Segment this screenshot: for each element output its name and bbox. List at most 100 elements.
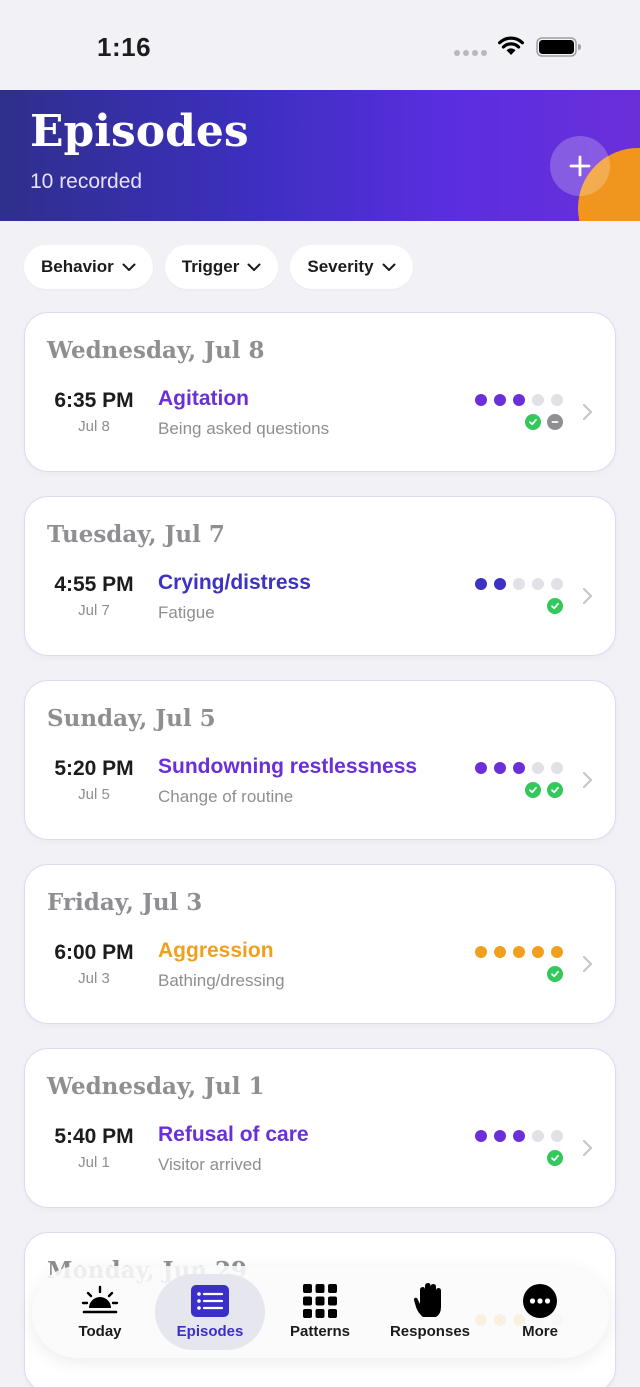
- episode-date-header: Sunday, Jul 5: [47, 705, 216, 732]
- page-header: Episodes 10 recorded: [0, 90, 640, 221]
- episode-time: 4:55 PM: [54, 573, 134, 596]
- episode-behavior: Refusal of care: [158, 1123, 309, 1146]
- episode-card[interactable]: Wednesday, Jul 8 6:35 PM Jul 8 Agitation…: [24, 312, 616, 472]
- episode-time: 5:40 PM: [54, 1125, 134, 1148]
- cellular-signal-icon: [454, 50, 487, 56]
- episode-card[interactable]: Friday, Jul 3 6:00 PM Jul 3 Aggression B…: [24, 864, 616, 1024]
- severity-dot: [475, 1130, 487, 1142]
- check-icon: [525, 414, 541, 430]
- episode-behavior: Agitation: [158, 387, 249, 410]
- add-episode-button[interactable]: [550, 136, 610, 196]
- check-icon: [525, 782, 541, 798]
- severity-indicator: [475, 946, 563, 958]
- severity-dot: [532, 1130, 544, 1142]
- severity-indicator: [475, 762, 563, 774]
- tab-episodes[interactable]: Episodes: [155, 1274, 265, 1350]
- check-icon: [547, 598, 563, 614]
- episode-behavior: Sundowning restlessness: [158, 755, 418, 778]
- chevron-right-icon: [583, 772, 592, 788]
- tab-more[interactable]: More: [485, 1274, 595, 1350]
- severity-indicator: [475, 578, 563, 590]
- episode-card[interactable]: Tuesday, Jul 7 4:55 PM Jul 7 Crying/dist…: [24, 496, 616, 656]
- severity-dot: [494, 762, 506, 774]
- severity-dot: [532, 578, 544, 590]
- severity-dot: [513, 946, 525, 958]
- episode-behavior: Aggression: [158, 939, 274, 962]
- episode-count: 10 recorded: [30, 170, 143, 193]
- chevron-right-icon: [583, 404, 592, 420]
- chevron-down-icon: [122, 263, 136, 271]
- severity-dot: [551, 946, 563, 958]
- episode-trigger: Bathing/dressing: [158, 971, 285, 990]
- episode-behavior: Crying/distress: [158, 571, 311, 594]
- episode-trigger: Visitor arrived: [158, 1155, 262, 1174]
- check-icon: [547, 782, 563, 798]
- severity-dot: [475, 762, 487, 774]
- episode-short-date: Jul 5: [78, 786, 110, 803]
- status-time: 1:16: [97, 32, 152, 62]
- status-bar: 1:16: [0, 0, 640, 90]
- list-icon: [191, 1285, 229, 1317]
- severity-dot: [475, 578, 487, 590]
- outcome-indicators: [525, 782, 563, 798]
- severity-dot: [513, 578, 525, 590]
- chevron-right-icon: [583, 1140, 592, 1156]
- battery-icon: [536, 37, 581, 57]
- check-icon: [547, 966, 563, 982]
- severity-dot: [551, 578, 563, 590]
- ellipsis-icon: [523, 1284, 557, 1318]
- episode-short-date: Jul 1: [78, 1154, 110, 1171]
- episode-time: 6:00 PM: [54, 941, 134, 964]
- severity-dot: [475, 394, 487, 406]
- episode-time: 6:35 PM: [54, 389, 134, 412]
- outcome-indicators: [547, 966, 563, 982]
- filter-behavior[interactable]: Behavior: [24, 245, 153, 289]
- severity-dot: [551, 762, 563, 774]
- chevron-right-icon: [583, 956, 592, 972]
- chevron-down-icon: [382, 263, 396, 271]
- episode-trigger: Change of routine: [158, 787, 294, 806]
- minus-icon: [547, 414, 563, 430]
- severity-dot: [494, 1130, 506, 1142]
- severity-dot: [551, 1130, 563, 1142]
- sunrise-icon: [81, 1285, 119, 1314]
- wifi-icon: [498, 36, 524, 55]
- tab-today[interactable]: Today: [45, 1274, 155, 1350]
- severity-dot: [513, 1130, 525, 1142]
- severity-dot: [475, 946, 487, 958]
- hand-icon: [414, 1283, 441, 1317]
- severity-indicator: [475, 394, 563, 406]
- severity-dot: [494, 946, 506, 958]
- episode-short-date: Jul 7: [78, 602, 110, 619]
- filter-trigger[interactable]: Trigger: [164, 245, 279, 289]
- page-title: Episodes: [30, 106, 249, 157]
- severity-dot: [551, 394, 563, 406]
- tab-patterns[interactable]: Patterns: [265, 1274, 375, 1350]
- episode-short-date: Jul 8: [78, 418, 110, 435]
- plus-icon: [569, 155, 591, 177]
- outcome-indicators: [525, 414, 563, 430]
- episode-card[interactable]: Sunday, Jul 5 5:20 PM Jul 5 Sundowning r…: [24, 680, 616, 840]
- episode-date-header: Wednesday, Jul 8: [47, 337, 265, 364]
- outcome-indicators: [547, 598, 563, 614]
- severity-dot: [513, 394, 525, 406]
- check-icon: [547, 1150, 563, 1166]
- severity-dot: [532, 762, 544, 774]
- severity-dot: [532, 946, 544, 958]
- severity-indicator: [475, 1130, 563, 1142]
- episode-trigger: Fatigue: [158, 603, 215, 622]
- episode-time: 5:20 PM: [54, 757, 134, 780]
- episode-date-header: Tuesday, Jul 7: [47, 521, 225, 548]
- episode-date-header: Wednesday, Jul 1: [47, 1073, 265, 1100]
- grid-icon: [303, 1284, 337, 1318]
- outcome-indicators: [547, 1150, 563, 1166]
- episode-date-header: Friday, Jul 3: [47, 889, 203, 916]
- episode-card[interactable]: Wednesday, Jul 1 5:40 PM Jul 1 Refusal o…: [24, 1048, 616, 1208]
- severity-dot: [532, 394, 544, 406]
- tab-responses[interactable]: Responses: [375, 1274, 485, 1350]
- filter-severity[interactable]: Severity: [290, 245, 413, 289]
- severity-dot: [513, 762, 525, 774]
- severity-dot: [494, 394, 506, 406]
- chevron-right-icon: [583, 588, 592, 604]
- chevron-down-icon: [247, 263, 261, 271]
